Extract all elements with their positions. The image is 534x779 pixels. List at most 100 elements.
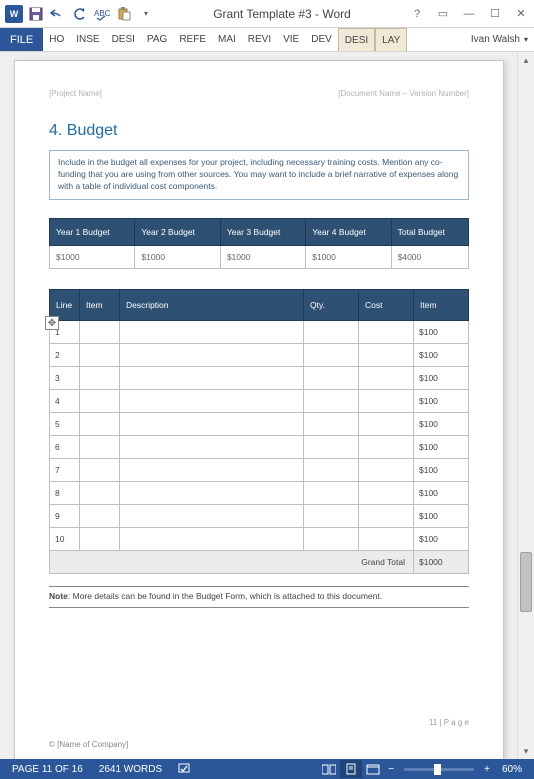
budget-cell[interactable]: $1000 xyxy=(135,245,220,268)
line-cell[interactable] xyxy=(359,527,414,550)
budget-header[interactable]: Year 3 Budget xyxy=(220,218,305,245)
line-cell[interactable]: $100 xyxy=(414,504,469,527)
line-cell[interactable] xyxy=(120,458,304,481)
line-cell[interactable] xyxy=(120,366,304,389)
line-cell[interactable] xyxy=(80,504,120,527)
line-cell[interactable]: $100 xyxy=(414,435,469,458)
line-cell[interactable]: 8 xyxy=(50,481,80,504)
line-cell[interactable] xyxy=(304,504,359,527)
table-row[interactable]: 8 $100 xyxy=(50,481,469,504)
tab-developer[interactable]: DEV xyxy=(305,28,338,51)
ribbon-display-icon[interactable]: ▭ xyxy=(430,3,456,25)
redo-icon[interactable] xyxy=(70,4,90,24)
table-row[interactable]: 5 $100 xyxy=(50,412,469,435)
tab-review[interactable]: REVI xyxy=(242,28,277,51)
budget-cell[interactable]: $4000 xyxy=(391,245,468,268)
grand-total-label[interactable]: Grand Total xyxy=(50,550,414,573)
table-row[interactable]: 2 $100 xyxy=(50,343,469,366)
line-cell[interactable] xyxy=(359,320,414,343)
line-cell[interactable]: 3 xyxy=(50,366,80,389)
tab-insert[interactable]: INSE xyxy=(70,28,105,51)
table-row[interactable]: 10$100 xyxy=(50,527,469,550)
file-tab[interactable]: FILE xyxy=(0,28,43,51)
line-cell[interactable] xyxy=(80,458,120,481)
line-cell[interactable]: 6 xyxy=(50,435,80,458)
tab-mailings[interactable]: MAI xyxy=(212,28,242,51)
line-cell[interactable] xyxy=(120,343,304,366)
scroll-up-icon[interactable]: ▴ xyxy=(518,52,534,68)
budget-cell[interactable]: $1000 xyxy=(220,245,305,268)
line-cell[interactable] xyxy=(120,504,304,527)
line-header[interactable]: Item xyxy=(80,289,120,320)
user-account[interactable]: Ivan Walsh ▾ xyxy=(465,28,534,51)
help-icon[interactable]: ? xyxy=(404,3,430,25)
note-text[interactable]: Note: More details can be found in the B… xyxy=(49,586,469,608)
status-words[interactable]: 2641 WORDS xyxy=(91,764,170,775)
line-cell[interactable] xyxy=(304,458,359,481)
line-cell[interactable] xyxy=(120,435,304,458)
line-cell[interactable] xyxy=(80,527,120,550)
tab-table-layout[interactable]: LAY xyxy=(375,28,407,51)
line-cell[interactable] xyxy=(304,320,359,343)
line-cell[interactable]: $100 xyxy=(414,320,469,343)
line-cell[interactable]: $100 xyxy=(414,481,469,504)
line-header[interactable]: Item xyxy=(414,289,469,320)
zoom-thumb[interactable] xyxy=(434,764,441,775)
spellcheck-icon[interactable]: ABC xyxy=(92,4,112,24)
undo-icon[interactable] xyxy=(48,4,68,24)
budget-summary-table[interactable]: Year 1 Budget Year 2 Budget Year 3 Budge… xyxy=(49,218,469,269)
line-cell[interactable]: $100 xyxy=(414,412,469,435)
document-page[interactable]: [Project Name] [Document Name – Version … xyxy=(14,60,504,759)
save-icon[interactable] xyxy=(26,4,46,24)
tab-table-design[interactable]: DESI xyxy=(338,28,375,51)
table-row[interactable]: 7$100 xyxy=(50,458,469,481)
line-item-table[interactable]: Line Item Description Qty. Cost Item 1$1… xyxy=(49,289,469,574)
tab-design[interactable]: DESI xyxy=(106,28,141,51)
line-cell[interactable] xyxy=(359,435,414,458)
line-cell[interactable] xyxy=(304,527,359,550)
close-icon[interactable]: ✕ xyxy=(508,3,534,25)
line-cell[interactable]: 9 xyxy=(50,504,80,527)
line-cell[interactable] xyxy=(80,389,120,412)
web-layout-icon[interactable] xyxy=(362,760,384,778)
table-row[interactable]: 6 $100 xyxy=(50,435,469,458)
line-cell[interactable] xyxy=(304,481,359,504)
line-cell[interactable] xyxy=(304,412,359,435)
line-cell[interactable]: 2 xyxy=(50,343,80,366)
line-header[interactable]: Description xyxy=(120,289,304,320)
line-cell[interactable] xyxy=(359,504,414,527)
line-cell[interactable]: $100 xyxy=(414,343,469,366)
table-row[interactable]: 9 $100 xyxy=(50,504,469,527)
table-row[interactable]: 1$100 xyxy=(50,320,469,343)
line-cell[interactable] xyxy=(80,320,120,343)
section-title[interactable]: 4. Budget xyxy=(49,122,469,140)
line-cell[interactable] xyxy=(359,458,414,481)
minimize-icon[interactable]: — xyxy=(456,3,482,25)
scroll-down-icon[interactable]: ▾ xyxy=(518,743,534,759)
print-layout-icon[interactable] xyxy=(340,760,362,778)
tab-page-layout[interactable]: PAG xyxy=(141,28,173,51)
table-move-handle-icon[interactable]: ✥ xyxy=(45,316,59,330)
zoom-out-icon[interactable]: − xyxy=(384,764,398,775)
status-page[interactable]: PAGE 11 OF 16 xyxy=(4,764,91,775)
line-cell[interactable]: 10 xyxy=(50,527,80,550)
line-cell[interactable] xyxy=(80,412,120,435)
word-app-icon[interactable]: W xyxy=(4,4,24,24)
page-container[interactable]: [Project Name] [Document Name – Version … xyxy=(0,52,517,759)
zoom-level[interactable]: 60% xyxy=(494,764,530,775)
tab-home[interactable]: HO xyxy=(43,28,70,51)
instruction-box[interactable]: Include in the budget all expenses for y… xyxy=(49,150,469,200)
line-cell[interactable]: 4 xyxy=(50,389,80,412)
line-header[interactable]: Qty. xyxy=(304,289,359,320)
line-cell[interactable] xyxy=(120,412,304,435)
scrollbar-thumb[interactable] xyxy=(520,552,532,612)
line-cell[interactable] xyxy=(304,366,359,389)
table-row[interactable]: 3$100 xyxy=(50,366,469,389)
budget-header[interactable]: Total Budget xyxy=(391,218,468,245)
line-cell[interactable] xyxy=(304,389,359,412)
line-cell[interactable] xyxy=(359,481,414,504)
line-cell[interactable] xyxy=(359,366,414,389)
line-cell[interactable]: 5 xyxy=(50,412,80,435)
line-cell[interactable] xyxy=(80,366,120,389)
budget-cell[interactable]: $1000 xyxy=(50,245,135,268)
